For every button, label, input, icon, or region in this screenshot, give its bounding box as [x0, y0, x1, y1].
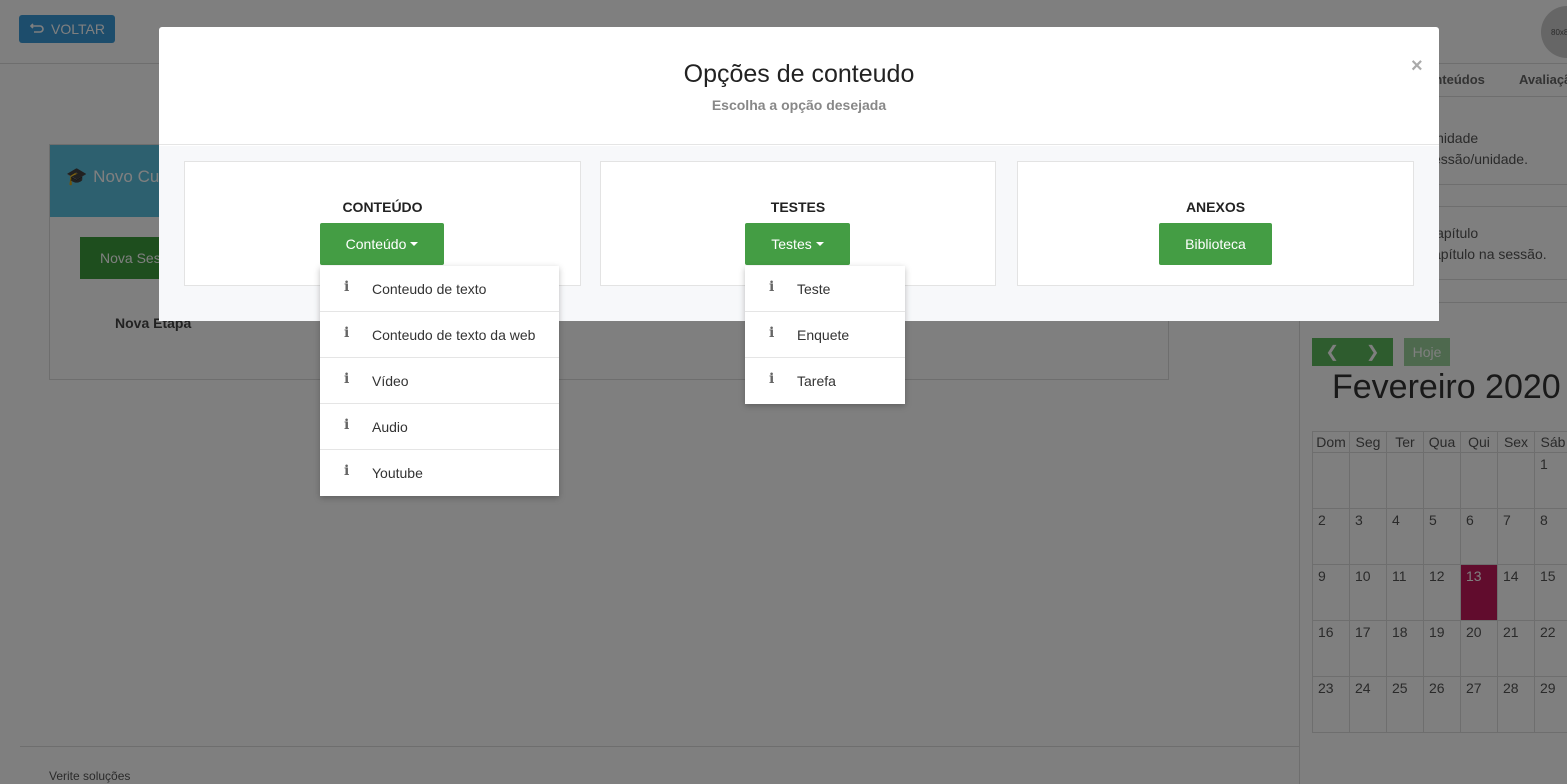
menu-item-label: Teste: [797, 280, 831, 297]
content-button-label: Conteúdo: [345, 236, 407, 252]
attachments-option-card: ANEXOS Biblioteca: [1017, 161, 1414, 286]
info-icon: i: [769, 324, 775, 341]
menu-item-text-content[interactable]: i Conteudo de texto: [320, 266, 559, 312]
menu-item-audio[interactable]: i Audio: [320, 404, 559, 450]
info-icon: i: [344, 370, 350, 387]
menu-item-task[interactable]: i Tarefa: [745, 358, 905, 404]
content-dropdown-menu: i Conteudo de texto i Conteudo de texto da…: [320, 266, 559, 496]
menu-item-video[interactable]: i Vídeo: [320, 358, 559, 404]
menu-item-youtube[interactable]: i Youtube: [320, 450, 559, 496]
menu-item-test[interactable]: i Teste: [745, 266, 905, 312]
menu-item-label: Youtube: [372, 465, 423, 481]
info-icon: i: [344, 278, 350, 295]
menu-item-label: Tarefa: [797, 373, 836, 389]
content-heading: CONTEÚDO: [342, 199, 423, 215]
info-icon: i: [344, 463, 350, 479]
tests-dropdown-button[interactable]: Testes: [745, 223, 850, 265]
modal-subtitle: Escolha a opção desejada: [711, 97, 887, 113]
tests-button-label: Testes: [771, 236, 812, 252]
info-icon: i: [769, 371, 775, 387]
modal-title: Opções de conteudo: [683, 60, 915, 88]
menu-item-web-text-content[interactable]: i Conteudo de texto da web: [320, 312, 559, 358]
info-icon: i: [344, 324, 350, 341]
library-button[interactable]: Biblioteca: [1159, 223, 1272, 265]
caret-down-icon: [410, 242, 419, 246]
info-icon: i: [769, 278, 775, 295]
caret-down-icon: [815, 242, 824, 246]
menu-item-label: Conteudo de texto da web: [372, 326, 536, 343]
info-icon: i: [344, 416, 350, 433]
menu-item-label: Enquete: [797, 326, 850, 343]
menu-item-label: Audio: [372, 418, 408, 435]
content-dropdown-button[interactable]: Conteúdo: [320, 223, 444, 265]
menu-item-label: Conteudo de texto: [372, 280, 487, 297]
close-icon[interactable]: ×: [1411, 55, 1423, 78]
attachments-heading: ANEXOS: [1185, 199, 1246, 215]
modal-header: Opções de conteudo Escolha a opção desej…: [159, 27, 1439, 145]
tests-heading: TESTES: [770, 199, 826, 215]
menu-item-poll[interactable]: i Enquete: [745, 312, 905, 358]
tests-dropdown-menu: i Teste i Enquete i Tarefa: [745, 266, 905, 404]
menu-item-label: Vídeo: [372, 372, 409, 389]
